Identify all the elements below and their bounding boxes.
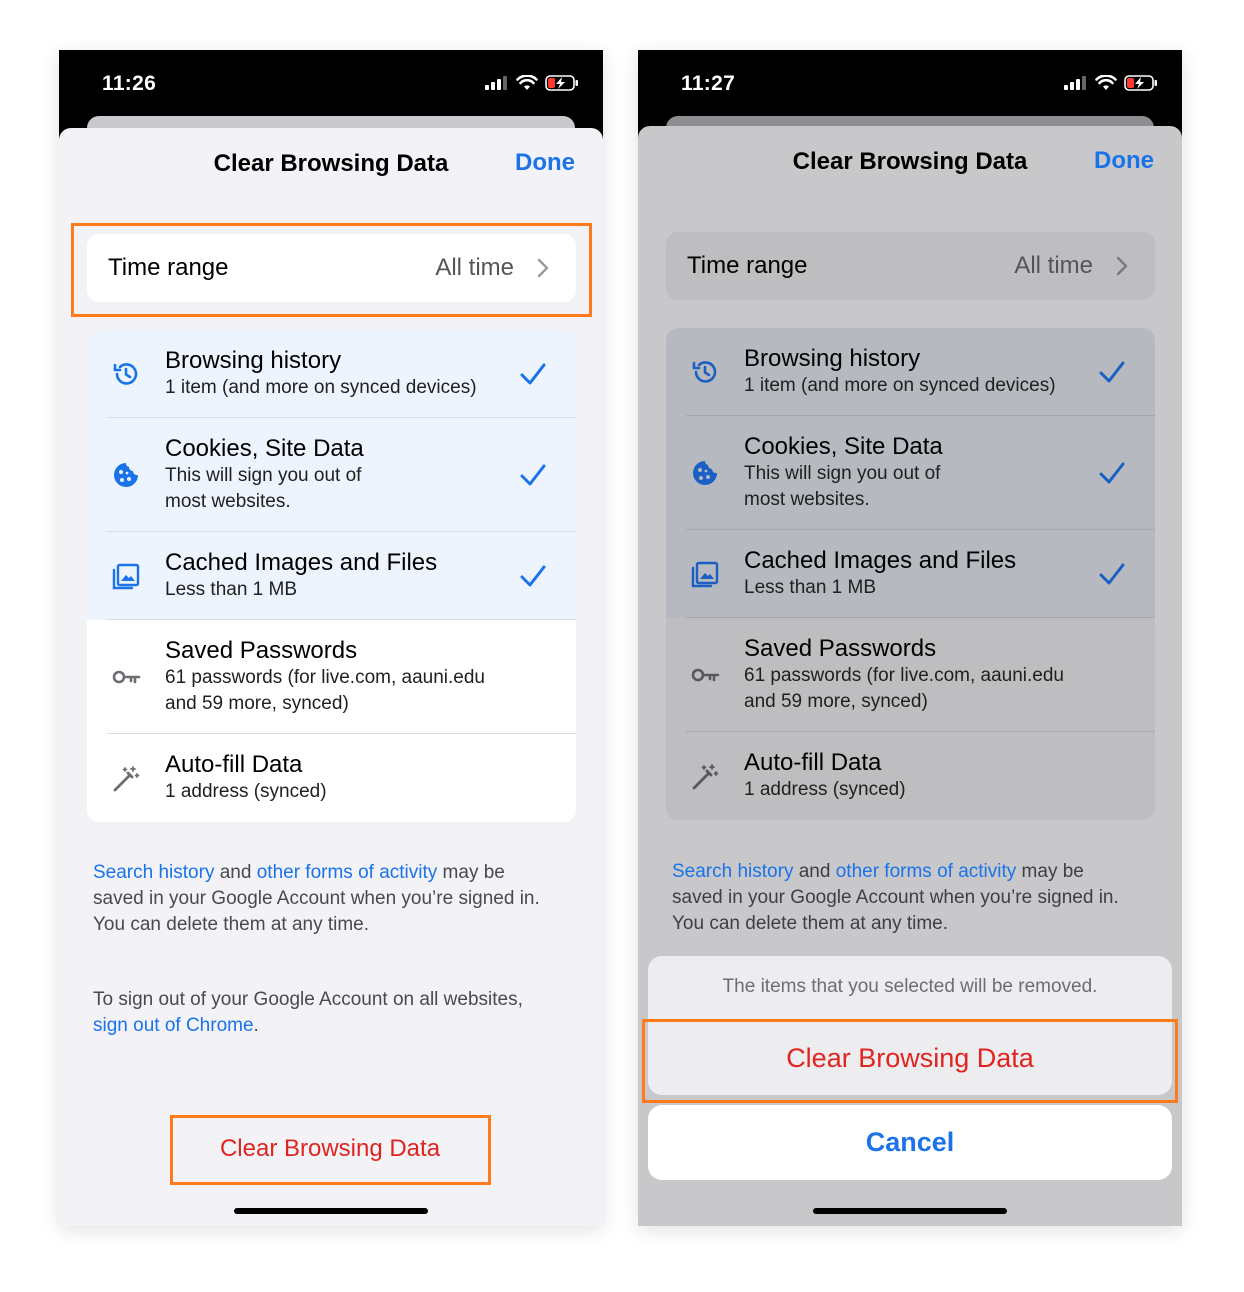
highlight-box [170, 1115, 491, 1185]
time-range-label: Time range [687, 252, 808, 279]
search-history-link[interactable]: Search history [93, 862, 214, 883]
item-subtitle: Less than 1 MB [744, 577, 877, 598]
item-subtitle: This will sign you out of [165, 465, 362, 486]
item-title: Saved Passwords [165, 637, 358, 664]
battery-charging-icon [545, 75, 578, 91]
magic-wand-icon [692, 764, 719, 790]
highlight-box [71, 223, 592, 317]
search-history-link[interactable]: Search history [672, 861, 793, 882]
item-subtitle: most websites. [744, 489, 870, 510]
item-title: Cookies, Site Data [744, 433, 943, 460]
cellular-signal-icon [485, 76, 507, 90]
time-range-row[interactable]: Time range All time [666, 232, 1155, 300]
item-subtitle: 1 item (and more on synced devices) [165, 377, 477, 398]
item-subtitle: 1 address (synced) [744, 779, 906, 800]
list-item-autofill[interactable]: Auto-fill Data 1 address (synced) [87, 734, 576, 822]
cookie-icon [114, 463, 138, 487]
item-title: Browsing history [744, 345, 921, 372]
home-indicator [234, 1208, 428, 1214]
checkmark-icon [520, 363, 546, 385]
status-time: 11:27 [681, 72, 736, 95]
list-item-saved-passwords[interactable]: Saved Passwords 61 passwords (for live.c… [87, 620, 576, 734]
item-subtitle: and 59 more, synced) [744, 691, 928, 712]
other-activity-link[interactable]: other forms of activity [836, 861, 1017, 882]
item-subtitle: Less than 1 MB [165, 579, 298, 600]
item-title: Saved Passwords [744, 635, 937, 662]
item-subtitle: 61 passwords (for live.com, aauni.edu [165, 667, 485, 688]
list-item-cookies[interactable]: Cookies, Site Data This will sign you ou… [87, 418, 576, 532]
key-icon [691, 668, 720, 682]
item-title: Cached Images and Files [165, 549, 438, 576]
magic-wand-icon [113, 766, 140, 792]
item-subtitle: 1 item (and more on synced devices) [744, 375, 1056, 396]
checkmark-icon [1099, 361, 1125, 383]
image-icon [112, 563, 140, 590]
item-title: Cookies, Site Data [165, 435, 364, 462]
activity-note-line: saved in your Google Account when you’re… [672, 887, 1119, 908]
action-sheet-message: The items that you selected will be remo… [722, 976, 1098, 997]
cancel-button[interactable]: Cancel [648, 1105, 1172, 1180]
activity-note-line: saved in your Google Account when you’re… [93, 888, 540, 909]
wifi-icon [1095, 75, 1117, 90]
status-time: 11:26 [102, 72, 157, 95]
cellular-signal-icon [1064, 76, 1086, 90]
cookie-icon [693, 461, 717, 485]
done-button[interactable]: Done [515, 149, 575, 177]
activity-note: Search history and other forms of activi… [93, 862, 505, 883]
list-item-saved-passwords[interactable]: Saved Passwords 61 passwords (for live.c… [666, 618, 1155, 732]
signout-note: To sign out of your Google Account on al… [93, 989, 523, 1010]
data-types-list: Browsing history 1 item (and more on syn… [87, 330, 576, 822]
sign-out-link[interactable]: sign out of Chrome [93, 1015, 254, 1036]
list-item-browsing-history[interactable]: Browsing history 1 item (and more on syn… [666, 328, 1155, 416]
item-subtitle: 61 passwords (for live.com, aauni.edu [744, 665, 1064, 686]
list-item-cookies[interactable]: Cookies, Site Data This will sign you ou… [666, 416, 1155, 530]
phone-screen-right: 11:27 Clear Browsing Data Done Time rang… [638, 50, 1182, 1226]
other-activity-link[interactable]: other forms of activity [257, 862, 438, 883]
item-title: Auto-fill Data [744, 749, 882, 776]
done-button[interactable]: Done [1094, 147, 1154, 175]
wifi-icon [516, 75, 538, 90]
key-icon [112, 670, 141, 684]
item-subtitle: This will sign you out of [744, 463, 941, 484]
list-item-cached-images[interactable]: Cached Images and Files Less than 1 MB [87, 532, 576, 620]
item-title: Cached Images and Files [744, 547, 1017, 574]
item-subtitle: most websites. [165, 491, 291, 512]
time-range-value: All time [1014, 252, 1093, 279]
activity-note-line: You can delete them at any time. [93, 914, 370, 935]
checkmark-icon [520, 565, 546, 587]
list-item-cached-images[interactable]: Cached Images and Files Less than 1 MB [666, 530, 1155, 618]
chevron-right-icon [1116, 256, 1128, 276]
checkmark-icon [520, 464, 546, 486]
battery-charging-icon [1124, 75, 1157, 91]
checkmark-icon [1099, 563, 1125, 585]
item-title: Auto-fill Data [165, 751, 303, 778]
history-icon [113, 363, 138, 385]
data-types-list: Browsing history 1 item (and more on syn… [666, 328, 1155, 820]
activity-note: Search history and other forms of activi… [672, 861, 1084, 882]
list-item-browsing-history[interactable]: Browsing history 1 item (and more on syn… [87, 330, 576, 418]
activity-note-line: You can delete them at any time. [672, 913, 949, 934]
item-subtitle: and 59 more, synced) [165, 693, 349, 714]
image-icon [691, 561, 719, 588]
signout-note-line: sign out of Chrome. [93, 1015, 259, 1036]
checkmark-icon [1099, 462, 1125, 484]
history-icon [692, 361, 717, 383]
home-indicator [813, 1208, 1007, 1214]
list-item-autofill[interactable]: Auto-fill Data 1 address (synced) [666, 732, 1155, 820]
highlight-box [642, 1019, 1178, 1103]
item-title: Browsing history [165, 347, 342, 374]
item-subtitle: 1 address (synced) [165, 781, 327, 802]
